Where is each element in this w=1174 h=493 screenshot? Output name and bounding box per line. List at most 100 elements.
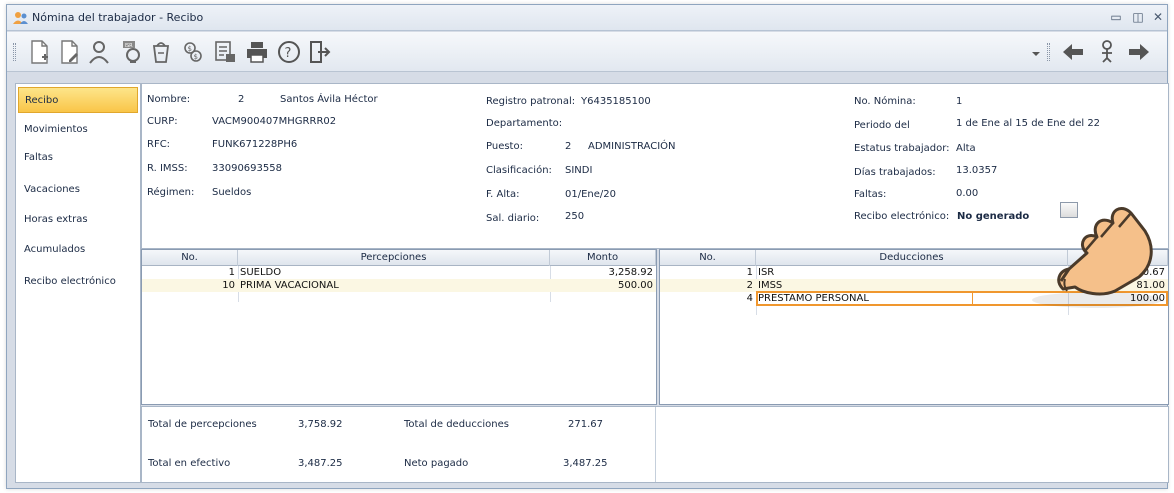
recibo-electronico-value: No generado	[957, 211, 1030, 222]
dropdown-icon[interactable]	[1029, 38, 1043, 66]
percepciones-grid: No. Percepciones Monto 1 SUELDO 3,258.92…	[141, 249, 657, 405]
row-no: 1	[746, 267, 753, 278]
rfc-value: FUNK671228PH6	[212, 139, 298, 150]
help-icon[interactable]: ?	[275, 38, 303, 66]
neto-pagado-label: Neto pagado	[404, 458, 469, 469]
col-deducciones[interactable]: Deducciones	[756, 250, 1068, 266]
puesto-number: 2	[565, 141, 572, 152]
row-concepto: SUELDO	[240, 267, 282, 278]
title-bar: Nómina del trabajador - Recibo ▭ ◫ ✕	[7, 5, 1167, 31]
svg-text:$: $	[188, 45, 192, 53]
departamento-label: Departamento:	[486, 118, 563, 129]
back-arrow-icon[interactable]	[1059, 38, 1087, 66]
clasificacion-label: Clasificación:	[486, 165, 552, 176]
restore-icon[interactable]: ◫	[1129, 9, 1147, 25]
puesto-value: ADMINISTRACIÓN	[588, 141, 676, 152]
sidebar-item-horas-extras[interactable]: Horas extras	[18, 207, 138, 233]
sal-value: 250	[565, 211, 585, 222]
curp-value: VACM900407MHGRRR02	[212, 116, 337, 127]
sidebar-item-faltas[interactable]: Faltas	[18, 145, 138, 171]
sidebar-item-vacaciones[interactable]: Vacaciones	[18, 177, 138, 203]
employee-icon[interactable]	[85, 38, 113, 66]
percepciones-header: No. Percepciones Monto	[142, 250, 656, 266]
faltas-value: 0.00	[956, 188, 979, 199]
row-concepto: PRIMA VACACIONAL	[240, 280, 339, 291]
imss-label: R. IMSS:	[147, 163, 188, 174]
recibo-electronico-label: Recibo electrónico:	[854, 211, 950, 222]
money-icon[interactable]: $ $	[179, 38, 207, 66]
sidebar: Recibo Movimientos Faltas Vacaciones Hor…	[15, 83, 141, 483]
row-no: 2	[746, 280, 753, 291]
sidebar-item-acumulados[interactable]: Acumulados	[18, 237, 138, 263]
faltas-label: Faltas:	[854, 189, 887, 200]
registro-value: Y6435185100	[581, 96, 651, 107]
col-monto[interactable]: Monto	[550, 250, 656, 266]
neto-pagado-value: 3,487.25	[563, 458, 608, 469]
dias-label: Días trabajados:	[854, 167, 936, 178]
col-no[interactable]: No.	[142, 250, 238, 266]
row-no: 1	[228, 267, 235, 278]
periodo-label: Periodo del	[854, 120, 910, 131]
new-document-icon[interactable]	[25, 38, 53, 66]
forward-arrow-icon[interactable]	[1125, 38, 1153, 66]
curp-label: CURP:	[147, 116, 178, 127]
col-percepciones[interactable]: Percepciones	[238, 250, 550, 266]
gift-bag-icon[interactable]	[147, 38, 175, 66]
payroll-receipt-window: Nómina del trabajador - Recibo ▭ ◫ ✕ ISR…	[6, 4, 1169, 489]
recibo-electronico-button[interactable]	[1060, 202, 1078, 218]
deducciones-grid: No. Deducciones 1 ISR 90.67 2 IMSS 81.00…	[659, 249, 1169, 405]
table-row[interactable]: 1 SUELDO 3,258.92	[142, 266, 656, 279]
regimen-label: Régimen:	[147, 187, 195, 198]
sidebar-item-recibo-electronico[interactable]: Recibo electrónico	[18, 269, 138, 295]
totals-panel: Total de percepciones 3,758.92 Total de …	[141, 406, 1169, 483]
sal-label: Sal. diario:	[486, 213, 540, 224]
nombre-value: Santos Ávila Héctor	[280, 94, 378, 105]
selected-row-highlight	[756, 291, 1168, 306]
print-icon[interactable]	[243, 38, 271, 66]
sidebar-item-movimientos[interactable]: Movimientos	[18, 117, 138, 143]
totals-box: Total de percepciones 3,758.92 Total de …	[142, 407, 656, 482]
estatus-value: Alta	[956, 143, 976, 154]
nombre-number: 2	[238, 94, 245, 105]
total-percepciones-value: 3,758.92	[298, 419, 343, 430]
alta-label: F. Alta:	[486, 189, 520, 200]
exit-icon[interactable]	[305, 38, 333, 66]
person-icon[interactable]	[1093, 38, 1121, 66]
row-no: 4	[746, 293, 753, 304]
puesto-label: Puesto:	[486, 141, 523, 152]
row-monto: 90.67	[1136, 267, 1165, 278]
nomina-label: No. Nómina:	[854, 96, 916, 107]
employee-info-panel: Nombre: 2 Santos Ávila Héctor CURP: VACM…	[141, 83, 1169, 249]
estatus-label: Estatus trabajador:	[854, 143, 950, 154]
minimize-icon[interactable]: ▭	[1107, 9, 1125, 25]
sidebar-item-recibo[interactable]: Recibo	[18, 87, 138, 113]
alta-value: 01/Ene/20	[565, 189, 616, 200]
toolbar-grip-right[interactable]	[1047, 43, 1050, 61]
row-no: 10	[222, 280, 235, 291]
row-concepto: ISR	[758, 267, 775, 278]
total-deducciones-value: 271.67	[568, 419, 603, 430]
payroll-calc-icon[interactable]: ISR	[117, 38, 145, 66]
col-monto[interactable]	[1068, 250, 1168, 266]
toolbar-grip[interactable]	[13, 43, 16, 61]
toolbar: ISR $ $ ?	[7, 32, 1167, 72]
col-no[interactable]: No.	[660, 250, 756, 266]
total-percepciones-label: Total de percepciones	[148, 419, 257, 430]
total-efectivo-value: 3,487.25	[298, 458, 343, 469]
row-monto: 3,258.92	[608, 267, 653, 278]
edit-document-icon[interactable]	[55, 38, 83, 66]
stamp-receipt-icon[interactable]	[211, 38, 239, 66]
close-icon[interactable]: ✕	[1149, 9, 1167, 25]
nomina-value: 1	[956, 96, 963, 107]
employees-app-icon	[13, 11, 29, 25]
registro-label: Registro patronal:	[486, 96, 576, 107]
svg-text:?: ?	[285, 46, 292, 61]
table-row[interactable]: 10 PRIMA VACACIONAL 500.00	[142, 279, 656, 292]
dias-value: 13.0357	[956, 165, 998, 176]
window-title: Nómina del trabajador - Recibo	[32, 11, 204, 24]
regimen-value: Sueldos	[212, 187, 252, 198]
table-row[interactable]: 1 ISR 90.67	[660, 266, 1168, 279]
highlight-divider	[972, 291, 973, 306]
total-deducciones-label: Total de deducciones	[404, 419, 509, 430]
row-monto: 500.00	[618, 280, 653, 291]
